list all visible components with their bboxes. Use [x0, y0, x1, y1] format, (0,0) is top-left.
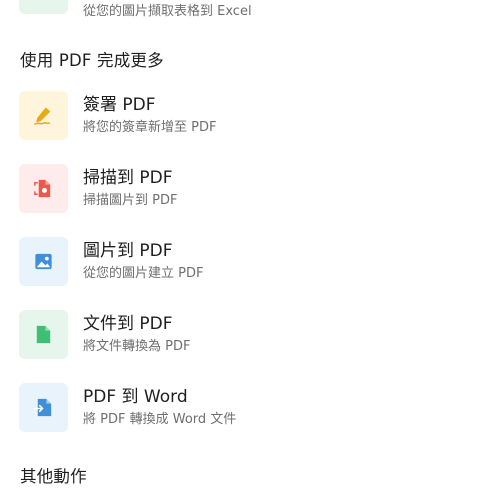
scan-document-icon	[19, 164, 68, 213]
tool-pdf-to-word[interactable]: PDF 到 Word 將 PDF 轉換成 Word 文件	[0, 379, 500, 435]
tool-document-to-pdf[interactable]: 文件到 PDF 將文件轉換為 PDF	[0, 306, 500, 362]
tool-subtitle: 掃描圖片到 PDF	[83, 193, 178, 208]
tool-subtitle: 將您的簽章新增至 PDF	[83, 120, 217, 135]
word-convert-icon	[19, 383, 68, 432]
tool-title: 掃描到 PDF	[83, 168, 173, 188]
tool-subtitle: 將 PDF 轉換成 Word 文件	[83, 412, 237, 427]
excel-table-icon	[19, 0, 68, 14]
tool-subtitle: 從您的圖片建立 PDF	[83, 266, 204, 281]
section-title-more-with-pdf: 使用 PDF 完成更多	[20, 51, 164, 70]
list-item-table-to-excel[interactable]: 從您的圖片擷取表格到 Excel	[0, 0, 500, 19]
tool-title: 簽署 PDF	[83, 95, 156, 115]
document-icon	[19, 310, 68, 359]
tool-title: 文件到 PDF	[83, 314, 173, 334]
tool-sign-pdf[interactable]: 簽署 PDF 將您的簽章新增至 PDF	[0, 87, 500, 143]
section-title-other-actions: 其他動作	[20, 467, 87, 486]
tool-title: 圖片到 PDF	[83, 241, 173, 261]
tool-image-to-pdf[interactable]: 圖片到 PDF 從您的圖片建立 PDF	[0, 233, 500, 289]
image-icon	[19, 237, 68, 286]
tool-subtitle: 將文件轉換為 PDF	[83, 339, 191, 354]
tool-title: PDF 到 Word	[83, 387, 188, 407]
tool-subtitle: 從您的圖片擷取表格到 Excel	[83, 4, 252, 19]
sign-pen-icon	[19, 91, 68, 140]
tool-scan-to-pdf[interactable]: 掃描到 PDF 掃描圖片到 PDF	[0, 160, 500, 216]
